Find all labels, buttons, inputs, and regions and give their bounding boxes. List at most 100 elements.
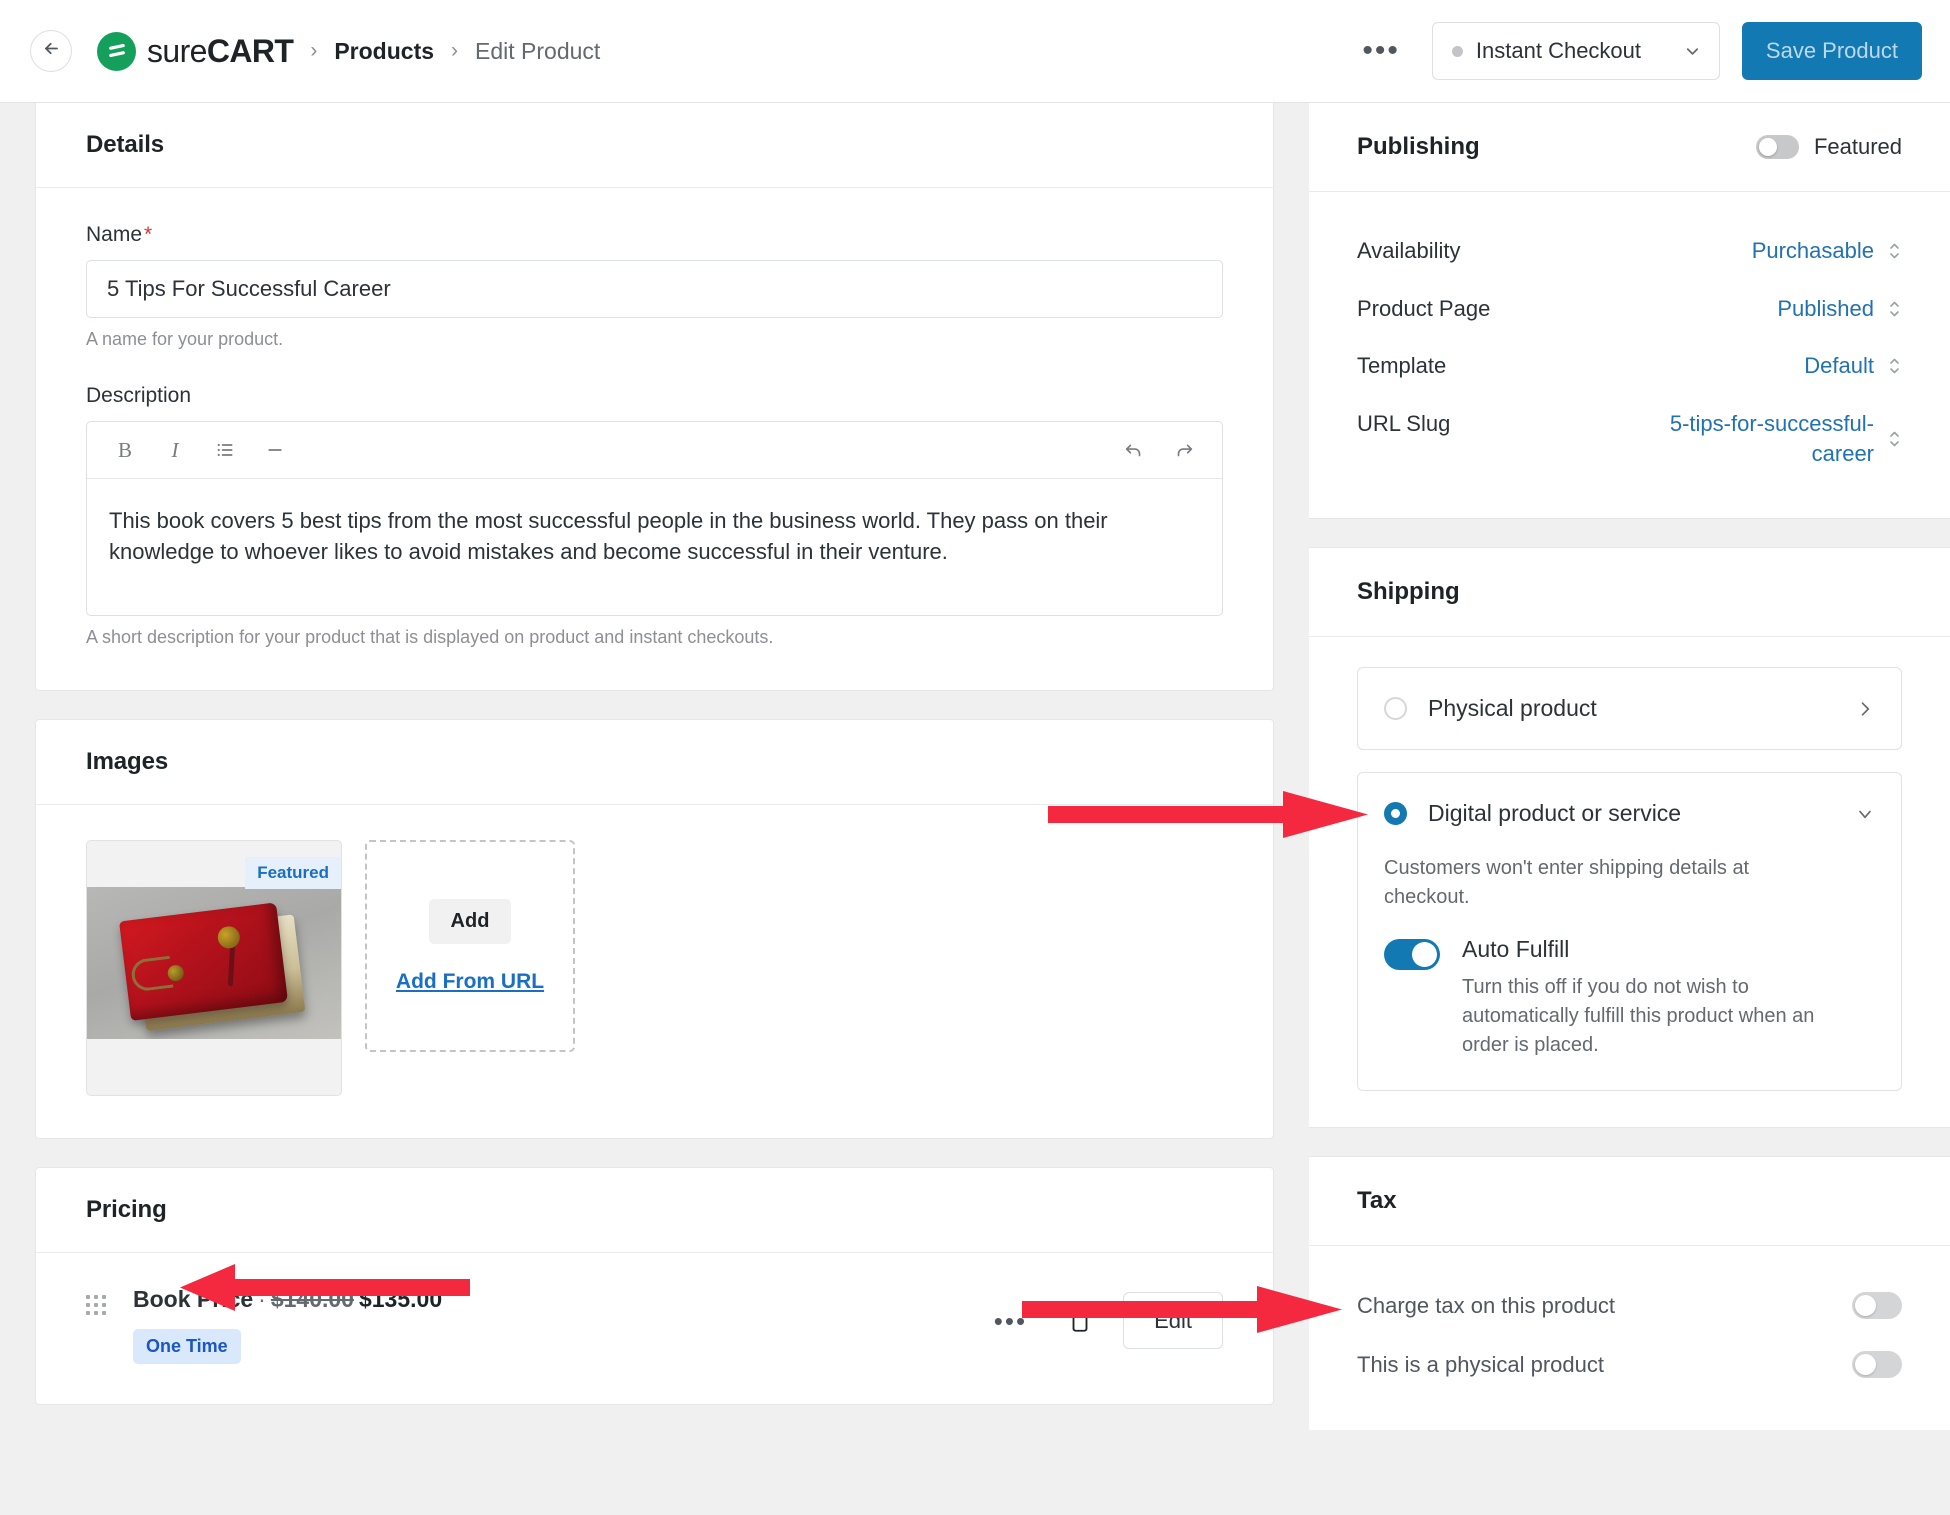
shipping-panel: Shipping Physical product Digital produc… — [1309, 547, 1950, 1129]
bulleted-list-icon[interactable] — [205, 430, 245, 470]
undo-icon[interactable] — [1114, 430, 1154, 470]
physical-product-option-header[interactable]: Physical product — [1358, 668, 1901, 749]
instant-checkout-select[interactable]: Instant Checkout — [1431, 22, 1720, 80]
digital-product-label: Digital product or service — [1428, 800, 1682, 827]
stepper-icon — [1887, 298, 1902, 320]
add-image-button[interactable]: Add — [428, 898, 512, 944]
price-current: $135.00 — [358, 1286, 443, 1312]
featured-toggle-group: Featured — [1755, 134, 1902, 160]
breadcrumb-edit-product: Edit Product — [475, 37, 601, 64]
header-actions: ••• Instant Checkout Save Product — [1352, 22, 1922, 80]
price-actions: ••• Edit — [984, 1292, 1223, 1349]
surecart-logo[interactable]: sureCART — [97, 31, 294, 71]
featured-badge: Featured — [245, 857, 341, 889]
tax-panel: Tax Charge tax on this product This is a… — [1309, 1156, 1950, 1431]
breadcrumb-products[interactable]: Products — [334, 38, 434, 65]
clipboard-icon[interactable] — [1067, 1308, 1093, 1334]
brand-cart: CART — [206, 32, 294, 69]
product-editor-page: sureCART › Products › Edit Product ••• I… — [0, 0, 1950, 1515]
physical-product-label: Physical product — [1428, 695, 1597, 722]
stepper-icon — [1887, 240, 1902, 262]
brand-sure: sure — [147, 32, 207, 69]
charge-tax-row: Charge tax on this product — [1357, 1276, 1902, 1335]
template-value: Default — [1804, 353, 1874, 379]
digital-product-radio[interactable] — [1384, 802, 1407, 826]
drag-handle-icon[interactable] — [86, 1295, 106, 1315]
save-product-button[interactable]: Save Product — [1741, 22, 1922, 80]
physical-product-radio[interactable] — [1384, 697, 1407, 721]
images-title: Images — [86, 748, 169, 775]
add-from-url-link[interactable]: Add From URL — [396, 970, 544, 994]
stepper-icon — [1887, 355, 1902, 377]
availability-control[interactable]: Purchasable — [1752, 236, 1902, 266]
digital-product-option[interactable]: Digital product or service Customers won… — [1357, 772, 1902, 1092]
one-time-badge: One Time — [133, 1329, 241, 1364]
bold-icon[interactable]: B — [105, 430, 145, 470]
availability-row: Availability Purchasable — [1357, 222, 1902, 280]
product-page-label: Product Page — [1357, 295, 1491, 321]
brand-wordmark: sureCART — [147, 32, 294, 70]
price-overflow-menu-button[interactable]: ••• — [984, 1308, 1037, 1334]
product-image-thumbnail[interactable]: Featured — [86, 840, 342, 1096]
product-name-input[interactable] — [86, 260, 1223, 318]
digital-product-description: Customers won't enter shipping details a… — [1384, 857, 1750, 909]
url-slug-label: URL Slug — [1357, 411, 1451, 437]
chevron-down-icon — [1683, 42, 1702, 61]
details-card-header: Details — [36, 103, 1273, 187]
shipping-body: Physical product Digital product or serv… — [1309, 637, 1950, 1127]
images-card-body: Featured Add Add From URL — [36, 805, 1273, 1138]
add-image-dropzone[interactable]: Add Add From URL — [365, 840, 575, 1052]
url-slug-row: URL Slug 5-tips-for-successful-career — [1357, 395, 1902, 482]
url-slug-value: 5-tips-for-successful-career — [1669, 411, 1874, 466]
tax-body: Charge tax on this product This is a phy… — [1309, 1246, 1950, 1430]
price-list-item: Book Price · $140.00 $135.00 One Time ••• E… — [36, 1253, 1273, 1404]
auto-fulfill-row: Auto Fulfill Turn this off if you do not… — [1384, 936, 1875, 1060]
template-label: Template — [1357, 353, 1447, 379]
details-title: Details — [86, 131, 165, 158]
status-dot-icon — [1451, 45, 1463, 57]
panel-gap — [1309, 519, 1950, 548]
url-slug-control[interactable]: 5-tips-for-successful-career — [1659, 409, 1902, 468]
publishing-header: Publishing Featured — [1309, 103, 1950, 191]
publishing-body: Availability Purchasable Product Page Pu… — [1309, 192, 1950, 518]
template-control[interactable]: Default — [1804, 351, 1902, 381]
physical-product-tax-row: This is a physical product — [1357, 1335, 1902, 1394]
auto-fulfill-toggle[interactable] — [1384, 939, 1440, 971]
description-field-label: Description — [86, 384, 192, 407]
editor-toolbar: B I — [87, 422, 1222, 479]
pricing-card-header: Pricing — [36, 1168, 1273, 1252]
chevron-right-icon — [1855, 699, 1875, 719]
header-overflow-menu-button[interactable]: ••• — [1352, 36, 1410, 66]
shipping-header: Shipping — [1309, 548, 1950, 636]
description-editor-content[interactable]: This book covers 5 best tips from the mo… — [87, 479, 1222, 615]
featured-toggle-label: Featured — [1813, 134, 1902, 159]
edit-price-button[interactable]: Edit — [1123, 1292, 1223, 1349]
charge-tax-toggle[interactable] — [1852, 1292, 1902, 1320]
sidebar-column: Publishing Featured Availability Purchas… — [1309, 103, 1950, 1515]
images-card-header: Images — [36, 720, 1273, 804]
description-editor: B I This book covers 5 best tips from th… — [86, 421, 1223, 616]
back-button[interactable] — [30, 30, 72, 72]
pricing-card: Pricing Book Price · $140.00 $135.00 One Ti… — [35, 1167, 1274, 1405]
horizontal-rule-icon[interactable] — [255, 430, 295, 470]
availability-label: Availability — [1357, 238, 1461, 263]
physical-product-option[interactable]: Physical product — [1357, 667, 1902, 751]
description-help-text: A short description for your product tha… — [86, 627, 774, 647]
product-page-control[interactable]: Published — [1777, 294, 1902, 324]
publishing-panel: Publishing Featured Availability Purchas… — [1309, 103, 1950, 520]
name-label-text: Name — [86, 223, 143, 246]
product-image — [87, 887, 341, 1039]
auto-fulfill-text: Auto Fulfill Turn this off if you do not… — [1462, 936, 1842, 1060]
physical-product-tax-toggle[interactable] — [1852, 1351, 1902, 1379]
pricing-title: Pricing — [86, 1196, 167, 1223]
digital-product-option-header[interactable]: Digital product or service — [1358, 773, 1901, 854]
product-page-value: Published — [1777, 295, 1874, 321]
digital-product-option-body: Customers won't enter shipping details a… — [1358, 854, 1901, 1090]
required-asterisk: * — [144, 223, 153, 246]
price-separator: · — [258, 1286, 266, 1312]
details-card: Details Name* A name for your product. D… — [35, 103, 1274, 691]
featured-toggle[interactable] — [1755, 135, 1799, 159]
redo-icon[interactable] — [1164, 430, 1204, 470]
italic-icon[interactable]: I — [155, 430, 195, 470]
image-grid: Featured Add Add From URL — [86, 840, 1223, 1096]
